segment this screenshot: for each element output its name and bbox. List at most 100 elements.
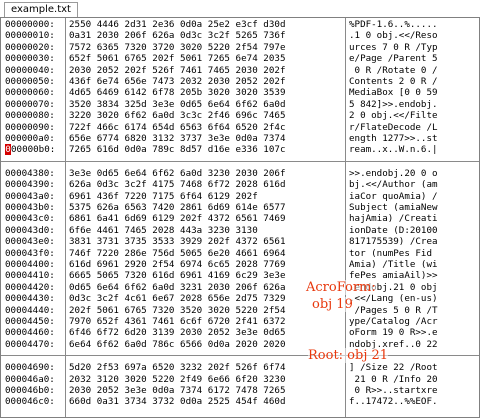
hex-row[interactable]: 00004690: 5d20 2f53 697a 6520 3232 202f 5… bbox=[1, 362, 479, 373]
row-ascii[interactable]: ] /Size 22 /Root bbox=[349, 362, 477, 373]
row-ascii[interactable]: ionDate (D:20100 bbox=[349, 225, 477, 236]
row-hex-bytes[interactable]: 0a31 2030 206f 626a 0d3c 3c2f 5265 736f bbox=[69, 30, 343, 41]
hex-row[interactable]: 00000030: 652f 5061 6765 202f 5061 7265 6… bbox=[1, 53, 479, 64]
hex-row[interactable]: 000000b0: 7265 616d 0d0a 789c 8d57 d16e e… bbox=[1, 144, 479, 156]
row-hex-bytes[interactable]: 202f 5061 6765 7320 3520 3020 5220 2f54 bbox=[69, 305, 343, 316]
row-address: 000046c0: bbox=[5, 396, 55, 408]
row-ascii[interactable]: e/Page /Parent 5 bbox=[349, 53, 477, 64]
row-hex-bytes[interactable]: 2030 2052 202f 526f 7461 7465 2030 202f bbox=[69, 65, 343, 76]
hex-row[interactable]: 00004430: 0d3c 3c2f 4c61 6e67 2028 656e 2… bbox=[1, 293, 479, 304]
row-hex-bytes[interactable]: 746f 7220 286e 756d 5065 6e20 4661 6964 bbox=[69, 248, 343, 259]
row-hex-bytes[interactable]: 6665 5065 7320 616d 6961 4169 6c29 3e3e bbox=[69, 270, 343, 281]
row-hex-bytes[interactable]: 2030 2052 3e3e 0d0a 7374 6172 7478 7265 bbox=[69, 385, 343, 396]
row-address: 00000010: bbox=[5, 30, 55, 42]
row-ascii[interactable]: urces 7 0 R /Typ bbox=[349, 42, 477, 53]
row-ascii[interactable]: 5 842]>>.endobj. bbox=[349, 99, 477, 110]
row-ascii[interactable]: 0 R>>..startxre bbox=[349, 385, 477, 396]
row-hex-bytes[interactable]: 6e64 6f62 6a0d 786c 6566 0d0a 2020 2020 bbox=[69, 339, 343, 350]
hex-editor-view[interactable]: 00000000: 2550 4446 2d31 2e36 0d0a 25e2 e… bbox=[0, 17, 480, 418]
row-hex-bytes[interactable]: 722f 466c 6174 654d 6563 6f64 6520 2f4c bbox=[69, 122, 343, 133]
row-ascii[interactable]: Amia) /Title (wi bbox=[349, 259, 477, 270]
row-address: 00004440: bbox=[5, 304, 55, 316]
hex-row[interactable]: 00000020: 7572 6365 7320 3720 3020 5220 2… bbox=[1, 42, 479, 53]
row-ascii[interactable]: Subject (amiaNew bbox=[349, 202, 477, 213]
hex-row[interactable]: 000043e0: 3831 3731 3735 3533 3929 202f 4… bbox=[1, 236, 479, 247]
hex-row[interactable]: 00000050: 436f 6e74 656e 7473 2032 2030 2… bbox=[1, 76, 479, 87]
hex-row[interactable]: 000046a0: 2032 3120 3020 5220 2f49 6e66 6… bbox=[1, 374, 479, 385]
hex-row[interactable]: 00004440: 202f 5061 6765 7320 3520 3020 5… bbox=[1, 305, 479, 316]
hex-row[interactable]: 00004420: 0d65 6e64 6f62 6a0d 3231 2030 2… bbox=[1, 282, 479, 293]
row-address: 00004430: bbox=[5, 293, 55, 305]
row-hex-bytes[interactable]: 3220 3020 6f62 6a0d 3c3c 2f46 696c 7465 bbox=[69, 110, 343, 121]
row-hex-bytes[interactable]: 0d65 6e64 6f62 6a0d 3231 2030 206f 626a bbox=[69, 282, 343, 293]
hex-row[interactable]: 00000070: 3520 3834 325d 3e3e 0d65 6e64 6… bbox=[1, 99, 479, 110]
hex-row[interactable]: 00004380: 3e3e 0d65 6e64 6f62 6a0d 3230 2… bbox=[1, 168, 479, 179]
hex-row[interactable]: 00004460: 6f46 6f72 6d20 3139 2030 2052 3… bbox=[1, 327, 479, 338]
hex-row[interactable]: 00004470: 6e64 6f62 6a0d 786c 6566 0d0a 2… bbox=[1, 339, 479, 350]
row-ascii[interactable]: >>.endobj.20 0 o bbox=[349, 168, 477, 179]
row-ascii[interactable]: .1 0 obj.<</Reso bbox=[349, 30, 477, 41]
row-ascii[interactable]: ream..x..W.n.6.| bbox=[349, 144, 477, 155]
hex-row[interactable]: 00000040: 2030 2052 202f 526f 7461 7465 2… bbox=[1, 65, 479, 76]
row-ascii[interactable]: MediaBox [0 0 59 bbox=[349, 87, 477, 98]
tab-bar: example.txt bbox=[0, 0, 480, 18]
row-ascii[interactable]: bj.<</Author (am bbox=[349, 179, 477, 190]
row-ascii[interactable]: tor (numPes Fid bbox=[349, 248, 477, 259]
row-hex-bytes[interactable]: 616d 6961 2920 2f54 6974 6c65 2028 7769 bbox=[69, 259, 343, 270]
row-ascii[interactable]: oForm 19 0 R>>.e bbox=[349, 327, 477, 338]
hex-row[interactable]: 000000a0: 656e 6774 6820 3132 3737 3e3e 0… bbox=[1, 133, 479, 144]
hex-row[interactable]: 00004410: 6665 5065 7320 616d 6961 4169 6… bbox=[1, 270, 479, 281]
row-hex-bytes[interactable]: 5d20 2f53 697a 6520 3232 202f 526f 6f74 bbox=[69, 362, 343, 373]
row-ascii[interactable]: 817175539) /Crea bbox=[349, 236, 477, 247]
row-hex-bytes[interactable]: 7970 652f 4361 7461 6c6f 6720 2f41 6372 bbox=[69, 316, 343, 327]
row-ascii[interactable]: iaCor quoAmia) / bbox=[349, 191, 477, 202]
row-ascii[interactable]: hajAmia) /Creati bbox=[349, 213, 477, 224]
hex-row[interactable]: 000043b0: 5375 626a 6563 7420 2861 6d69 6… bbox=[1, 202, 479, 213]
hex-row[interactable]: 00000080: 3220 3020 6f62 6a0d 3c3c 2f46 6… bbox=[1, 110, 479, 121]
row-hex-bytes[interactable]: 656e 6774 6820 3132 3737 3e3e 0d0a 7374 bbox=[69, 133, 343, 144]
row-hex-bytes[interactable]: 652f 5061 6765 202f 5061 7265 6e74 2035 bbox=[69, 53, 343, 64]
row-hex-bytes[interactable]: 4d65 6469 6142 6f78 205b 3020 3020 3539 bbox=[69, 87, 343, 98]
row-ascii[interactable]: ype/Catalog /Acr bbox=[349, 316, 477, 327]
row-hex-bytes[interactable]: 6f46 6f72 6d20 3139 2030 2052 3e3e 0d65 bbox=[69, 327, 343, 338]
hex-row[interactable]: 000043a0: 6961 436f 7220 7175 6f64 6129 2… bbox=[1, 191, 479, 202]
row-ascii[interactable]: r/FlateDecode /L bbox=[349, 122, 477, 133]
row-hex-bytes[interactable]: 6861 6a41 6d69 6129 202f 4372 6561 7469 bbox=[69, 213, 343, 224]
row-hex-bytes[interactable]: 7265 616d 0d0a 789c 8d57 d16e e336 107c bbox=[69, 144, 343, 155]
tab-example-txt[interactable]: example.txt bbox=[4, 2, 78, 17]
row-hex-bytes[interactable]: 626a 0d3c 3c2f 4175 7468 6f72 2028 616d bbox=[69, 179, 343, 190]
hex-row[interactable]: 00004390: 626a 0d3c 3c2f 4175 7468 6f72 2… bbox=[1, 179, 479, 190]
row-hex-bytes[interactable]: 6f6e 4461 7465 2028 443a 3230 3130 bbox=[69, 225, 343, 236]
hex-row[interactable]: 00004400: 616d 6961 2920 2f54 6974 6c65 2… bbox=[1, 259, 479, 270]
hex-row[interactable]: 000046b0: 2030 2052 3e3e 0d0a 7374 6172 7… bbox=[1, 385, 479, 396]
row-hex-bytes[interactable]: 3520 3834 325d 3e3e 0d65 6e64 6f62 6a0d bbox=[69, 99, 343, 110]
row-hex-bytes[interactable]: 436f 6e74 656e 7473 2032 2030 2052 202f bbox=[69, 76, 343, 87]
hex-row[interactable]: 000043d0: 6f6e 4461 7465 2028 443a 3230 3… bbox=[1, 225, 479, 236]
row-ascii[interactable]: /Pages 5 0 R /T bbox=[349, 305, 477, 316]
row-hex-bytes[interactable]: 0d3c 3c2f 4c61 6e67 2028 656e 2d75 7329 bbox=[69, 293, 343, 304]
row-hex-bytes[interactable]: 2550 4446 2d31 2e36 0d0a 25e2 e3cf d30d bbox=[69, 19, 343, 30]
row-hex-bytes[interactable]: 7572 6365 7320 3720 3020 5220 2f54 797e bbox=[69, 42, 343, 53]
row-hex-bytes[interactable]: 2032 3120 3020 5220 2f49 6e66 6f20 3230 bbox=[69, 374, 343, 385]
hex-row[interactable]: 000043f0: 746f 7220 286e 756d 5065 6e20 4… bbox=[1, 248, 479, 259]
row-ascii[interactable]: 21 0 R /Info 20 bbox=[349, 374, 477, 385]
row-ascii[interactable]: Contents 2 0 R / bbox=[349, 76, 477, 87]
row-ascii[interactable]: f..17472..%%EOF. bbox=[349, 396, 477, 407]
row-ascii[interactable]: ength 1277>>..st bbox=[349, 133, 477, 144]
row-hex-bytes[interactable]: 660d 0a31 3734 3732 0d0a 2525 454f 460d bbox=[69, 396, 343, 407]
row-hex-bytes[interactable]: 3831 3731 3735 3533 3929 202f 4372 6561 bbox=[69, 236, 343, 247]
row-ascii[interactable]: 0 R /Rotate 0 / bbox=[349, 65, 477, 76]
hex-row[interactable]: 00000090: 722f 466c 6174 654d 6563 6f64 6… bbox=[1, 122, 479, 133]
hex-row[interactable]: 000046c0: 660d 0a31 3734 3732 0d0a 2525 4… bbox=[1, 396, 479, 407]
row-hex-bytes[interactable]: 3e3e 0d65 6e64 6f62 6a0d 3230 2030 206f bbox=[69, 168, 343, 179]
hex-row[interactable]: 000043c0: 6861 6a41 6d69 6129 202f 4372 6… bbox=[1, 213, 479, 224]
row-ascii[interactable]: %PDF-1.6..%..... bbox=[349, 19, 477, 30]
hex-row[interactable]: 00000060: 4d65 6469 6142 6f78 205b 3020 3… bbox=[1, 87, 479, 98]
row-hex-bytes[interactable]: 5375 626a 6563 7420 2861 6d69 614e 6577 bbox=[69, 202, 343, 213]
row-address: 00004470: bbox=[5, 338, 55, 350]
hex-row[interactable]: 00000000: 2550 4446 2d31 2e36 0d0a 25e2 e… bbox=[1, 19, 479, 30]
row-ascii[interactable]: 2 0 obj.<</Filte bbox=[349, 110, 477, 121]
row-hex-bytes[interactable]: 6961 436f 7220 7175 6f64 6129 202f bbox=[69, 191, 343, 202]
hex-row[interactable]: 00000010: 0a31 2030 206f 626a 0d3c 3c2f 5… bbox=[1, 30, 479, 41]
hex-row[interactable]: 00004450: 7970 652f 4361 7461 6c6f 6720 2… bbox=[1, 316, 479, 327]
